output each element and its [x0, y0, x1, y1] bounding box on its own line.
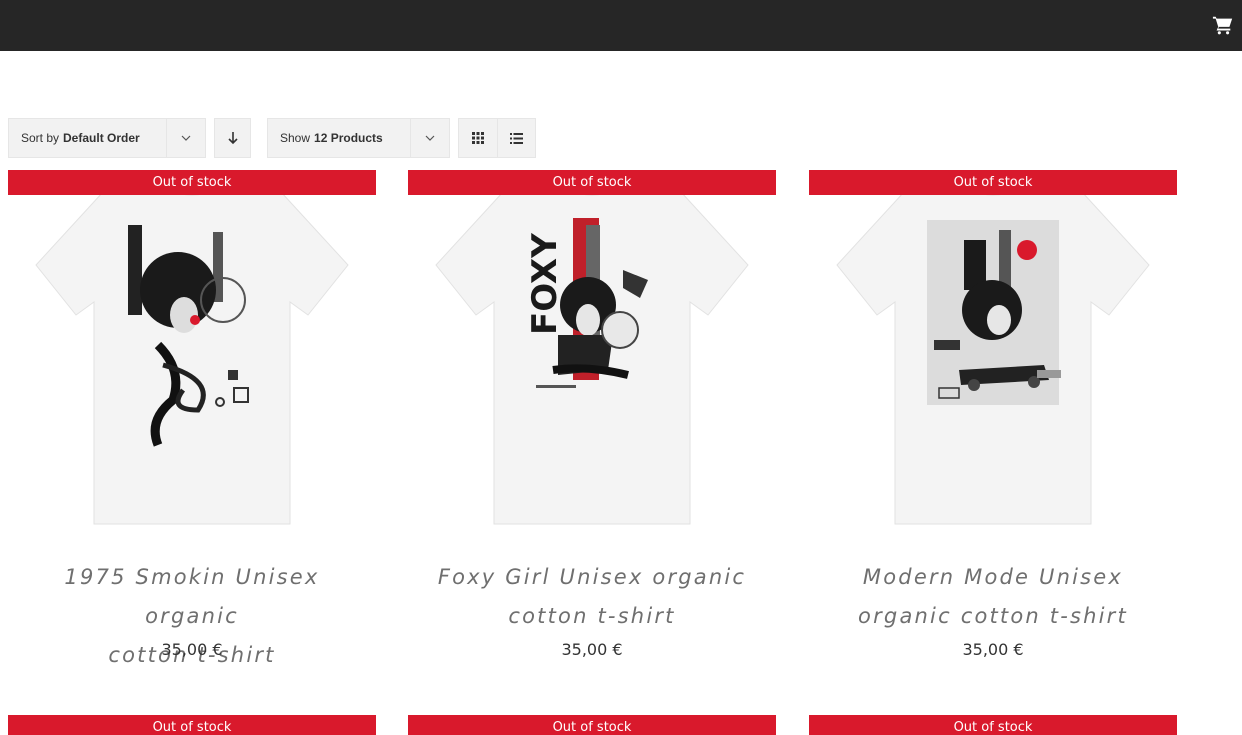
chevron-down-icon: [425, 135, 435, 141]
product-title-line: organic cotton t-shirt: [858, 604, 1128, 628]
product-title-line: Foxy Girl Unisex organic: [437, 565, 747, 589]
grid-view-button[interactable]: [458, 118, 498, 158]
product-title-line: 1975 Smokin Unisex organic: [64, 565, 320, 628]
product-card[interactable]: Out of stock: [8, 715, 376, 735]
product-price: 35,00 €: [962, 640, 1024, 659]
product-title-line: cotton t-shirt: [508, 604, 676, 628]
out-of-stock-badge: Out of stock: [8, 170, 376, 195]
chevron-down-icon: [181, 135, 191, 141]
product-image[interactable]: [809, 170, 1177, 538]
sort-prefix: Sort by: [21, 131, 60, 145]
out-of-stock-badge: Out of stock: [809, 715, 1177, 735]
out-of-stock-badge: Out of stock: [809, 170, 1177, 195]
grid-view-icon: [472, 132, 484, 144]
product-card[interactable]: Out of stock Modern Mode Unisex organic …: [809, 170, 1177, 690]
product-title[interactable]: Foxy Girl Unisex organic cotton t-shirt: [418, 558, 766, 636]
product-card[interactable]: Out of stock: [809, 715, 1177, 735]
product-card[interactable]: Out of stock: [408, 715, 776, 735]
product-price: 35,00 €: [161, 640, 223, 659]
show-prefix: Show: [280, 131, 311, 145]
sort-dropdown-toggle[interactable]: [167, 118, 206, 158]
product-title-line: Modern Mode Unisex: [862, 565, 1124, 589]
sort-value: Default Order: [63, 131, 140, 145]
product-image[interactable]: [8, 170, 376, 538]
out-of-stock-badge: Out of stock: [408, 715, 776, 735]
site-header: [0, 0, 1242, 51]
list-view-button[interactable]: [498, 118, 536, 158]
sort-direction-button[interactable]: [214, 118, 251, 158]
show-dropdown-toggle[interactable]: [411, 118, 450, 158]
svg-text:FOXY: FOXY: [525, 233, 565, 335]
product-card[interactable]: Out of stock 1975 Smokin Unisex organic …: [8, 170, 376, 690]
sort-by-dropdown[interactable]: Sort by Default Order: [8, 118, 167, 158]
product-price: 35,00 €: [561, 640, 623, 659]
show-value: 12 Products: [314, 131, 383, 145]
catalog-toolbar: Sort by Default Order Show 12 Products: [8, 118, 536, 158]
product-title[interactable]: Modern Mode Unisex organic cotton t-shir…: [819, 558, 1167, 636]
products-per-page-dropdown[interactable]: Show 12 Products: [267, 118, 411, 158]
out-of-stock-badge: Out of stock: [408, 170, 776, 195]
product-image[interactable]: FOXY: [408, 170, 776, 538]
shopping-cart-icon[interactable]: [1212, 14, 1234, 36]
sort-descending-icon: [227, 132, 238, 145]
out-of-stock-badge: Out of stock: [8, 715, 376, 735]
list-view-icon: [510, 132, 523, 144]
product-card[interactable]: FOXY Out of stock Foxy Girl Unisex organ…: [408, 170, 776, 690]
